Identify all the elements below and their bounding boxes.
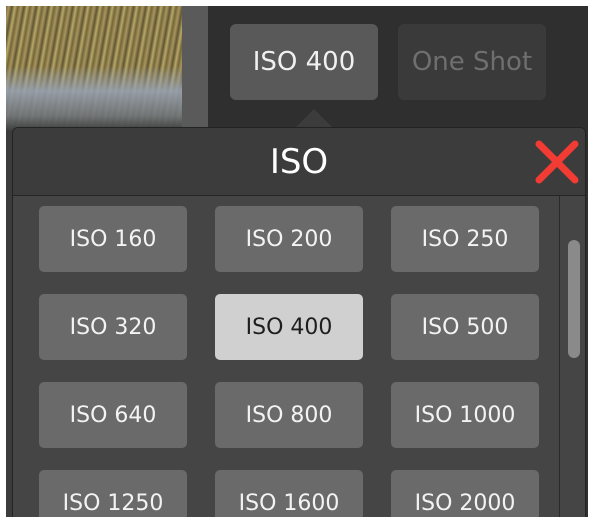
iso-option[interactable]: ISO 320 — [39, 294, 187, 360]
close-x-icon — [535, 140, 579, 184]
iso-options-grid[interactable]: ISO 160 ISO 200 ISO 250 ISO 320 ISO 400 … — [13, 196, 585, 517]
drive-mode-button[interactable]: One Shot — [398, 24, 546, 100]
iso-option[interactable]: ISO 800 — [215, 382, 363, 448]
iso-popover: ISO ISO 160 ISO 200 ISO 250 ISO 320 ISO … — [12, 127, 586, 517]
iso-button[interactable]: ISO 400 — [230, 24, 378, 100]
iso-option[interactable]: ISO 1000 — [391, 382, 539, 448]
iso-option[interactable]: ISO 160 — [39, 206, 187, 272]
popover-title: ISO — [269, 142, 329, 182]
camera-app-window: ISO 400 One Shot ISO ISO 160 ISO 200 ISO… — [6, 6, 588, 517]
iso-option[interactable]: ISO 200 — [215, 206, 363, 272]
settings-toolbar: ISO 400 One Shot — [208, 6, 588, 126]
iso-option[interactable]: ISO 1600 — [215, 470, 363, 517]
iso-option-selected[interactable]: ISO 400 — [215, 294, 363, 360]
close-button[interactable] — [533, 140, 581, 184]
iso-option[interactable]: ISO 2000 — [391, 470, 539, 517]
popover-header: ISO — [13, 128, 585, 196]
iso-option[interactable]: ISO 640 — [39, 382, 187, 448]
popover-arrow — [296, 109, 332, 127]
iso-option[interactable]: ISO 500 — [391, 294, 539, 360]
iso-option[interactable]: ISO 1250 — [39, 470, 187, 517]
iso-option[interactable]: ISO 250 — [391, 206, 539, 272]
scrollbar-thumb[interactable] — [568, 240, 580, 358]
scrollbar-track[interactable] — [559, 196, 585, 517]
